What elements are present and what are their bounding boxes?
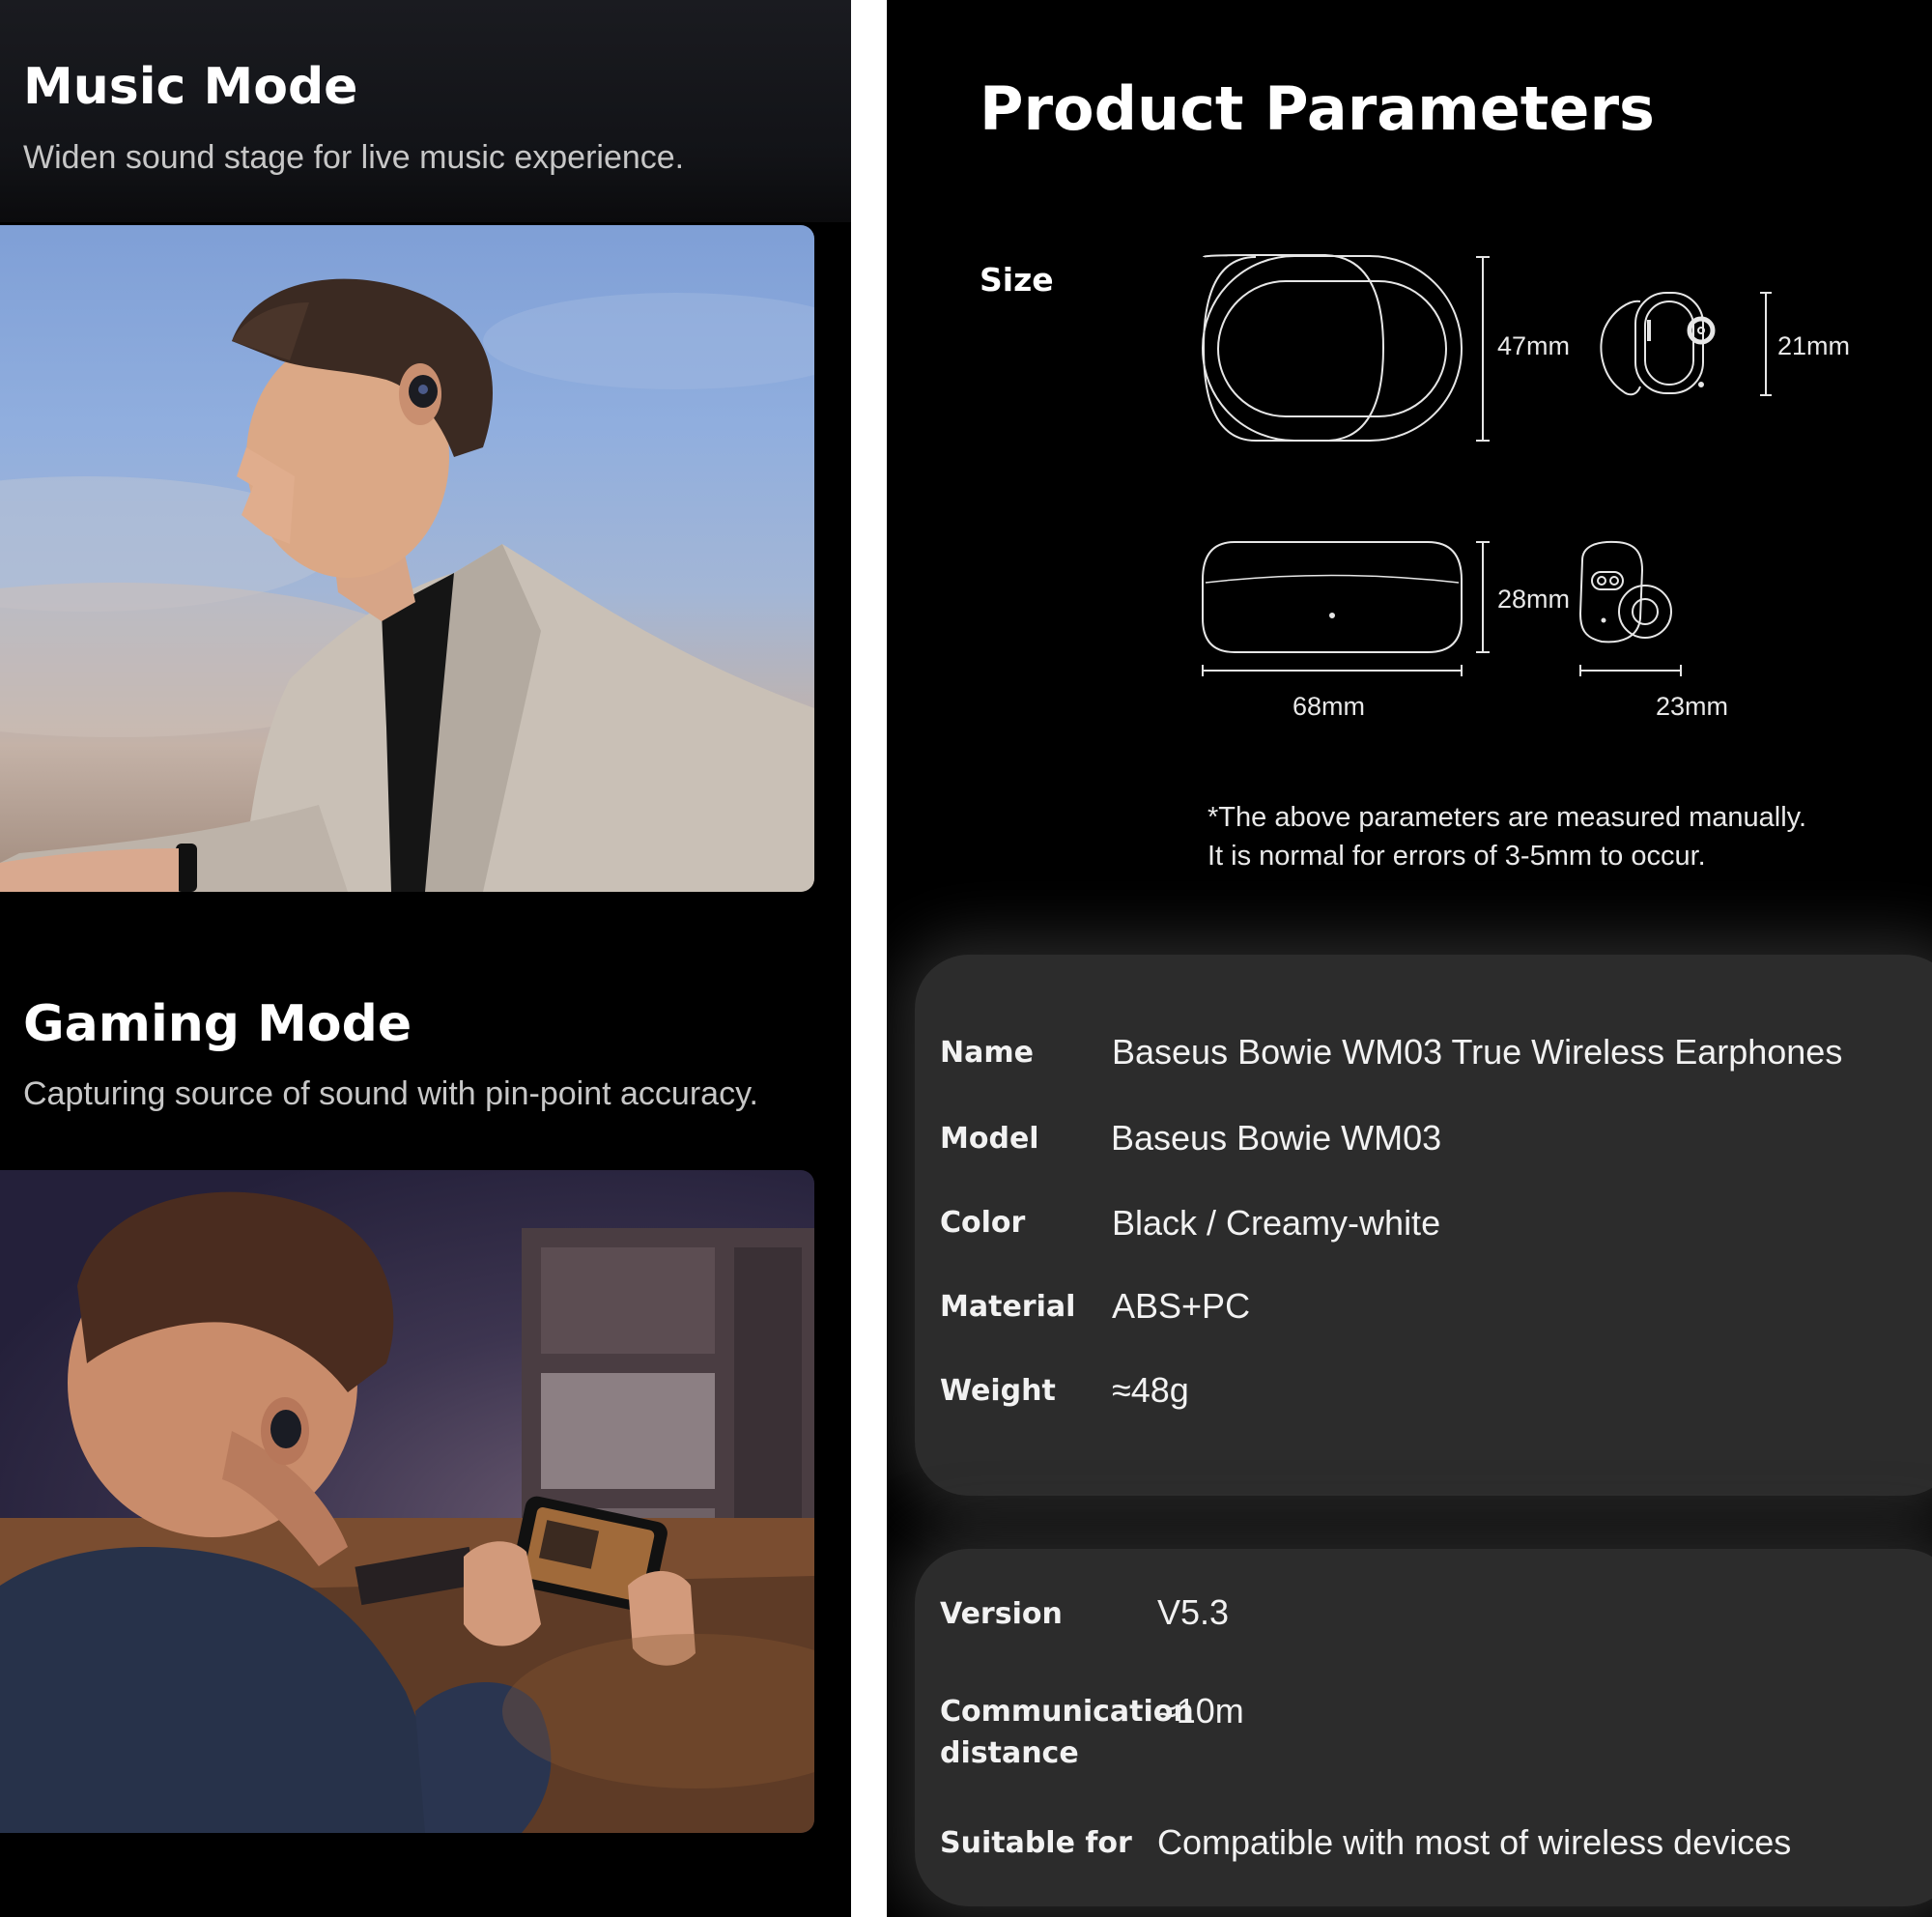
case-top-outer	[1202, 255, 1463, 442]
spec-label-model: Model	[940, 1122, 1039, 1156]
gaming-mode-header: Gaming Mode Capturing source of sound wi…	[0, 966, 851, 1159]
measurement-note-line1: *The above parameters are measured manua…	[1208, 802, 1807, 833]
spec-value-color: Black / Creamy-white	[1112, 1203, 1441, 1243]
music-mode-title: Music Mode	[23, 58, 358, 116]
column-divider	[851, 0, 887, 1917]
size-diagram	[1202, 254, 1772, 676]
earbud-side-outline	[1600, 292, 1716, 396]
earbud-front-outline	[1578, 540, 1672, 644]
spec-label-suitable-for: Suitable for	[940, 1826, 1132, 1860]
spec-label-version: Version	[940, 1597, 1063, 1631]
spec-value-material: ABS+PC	[1112, 1286, 1251, 1326]
music-mode-header: Music Mode Widen sound stage for live mu…	[0, 0, 851, 222]
case-top-inner	[1217, 280, 1447, 417]
spec-card-connectivity: Version V5.3 Communication distance ≈10m…	[915, 1549, 1932, 1906]
case-height-dimension: 47mm	[1497, 331, 1571, 360]
spec-value-suitable-for: Compatible with most of wireless devices	[1157, 1822, 1792, 1862]
spec-label-communication-line1: Communication	[940, 1695, 1194, 1729]
music-mode-subtitle: Widen sound stage for live music experie…	[23, 139, 685, 176]
spec-label-communication-distance: Communication distance	[940, 1691, 1194, 1774]
spec-card-basic: Name Baseus Bowie WM03 True Wireless Ear…	[915, 955, 1932, 1496]
spec-value-name: Baseus Bowie WM03 True Wireless Earphone…	[1112, 1032, 1843, 1072]
music-mode-photo	[0, 225, 814, 892]
earbud-width-dimension: 23mm	[1656, 692, 1729, 721]
case-width-dimension: 68mm	[1293, 692, 1366, 721]
case-depth-dimension: 28mm	[1497, 585, 1571, 614]
case-front-outline	[1202, 541, 1463, 653]
spec-label-communication-line2: distance	[940, 1736, 1079, 1770]
gaming-mode-subtitle: Capturing source of sound with pin-point…	[23, 1075, 758, 1112]
spec-value-weight: ≈48g	[1112, 1370, 1189, 1410]
spec-label-material: Material	[940, 1290, 1076, 1324]
spec-label-name: Name	[940, 1036, 1034, 1070]
spec-value-communication-distance: ≈10m	[1157, 1691, 1244, 1731]
gaming-mode-title: Gaming Mode	[23, 995, 412, 1053]
measurement-note-line2: It is normal for errors of 3-5mm to occu…	[1208, 841, 1706, 872]
gaming-mode-photo	[0, 1170, 814, 1833]
spec-value-model: Baseus Bowie WM03	[1111, 1118, 1442, 1158]
spec-label-weight: Weight	[940, 1374, 1056, 1408]
feature-column: Music Mode Widen sound stage for live mu…	[0, 0, 851, 1917]
product-parameters-panel: Product Parameters Size 47mm 21mm 28mm 6…	[887, 0, 1932, 1917]
spec-label-color: Color	[940, 1206, 1026, 1240]
measurement-note: *The above parameters are measured manua…	[1208, 798, 1806, 875]
spec-value-version: V5.3	[1157, 1592, 1230, 1632]
earbud-height-dimension: 21mm	[1777, 331, 1851, 360]
